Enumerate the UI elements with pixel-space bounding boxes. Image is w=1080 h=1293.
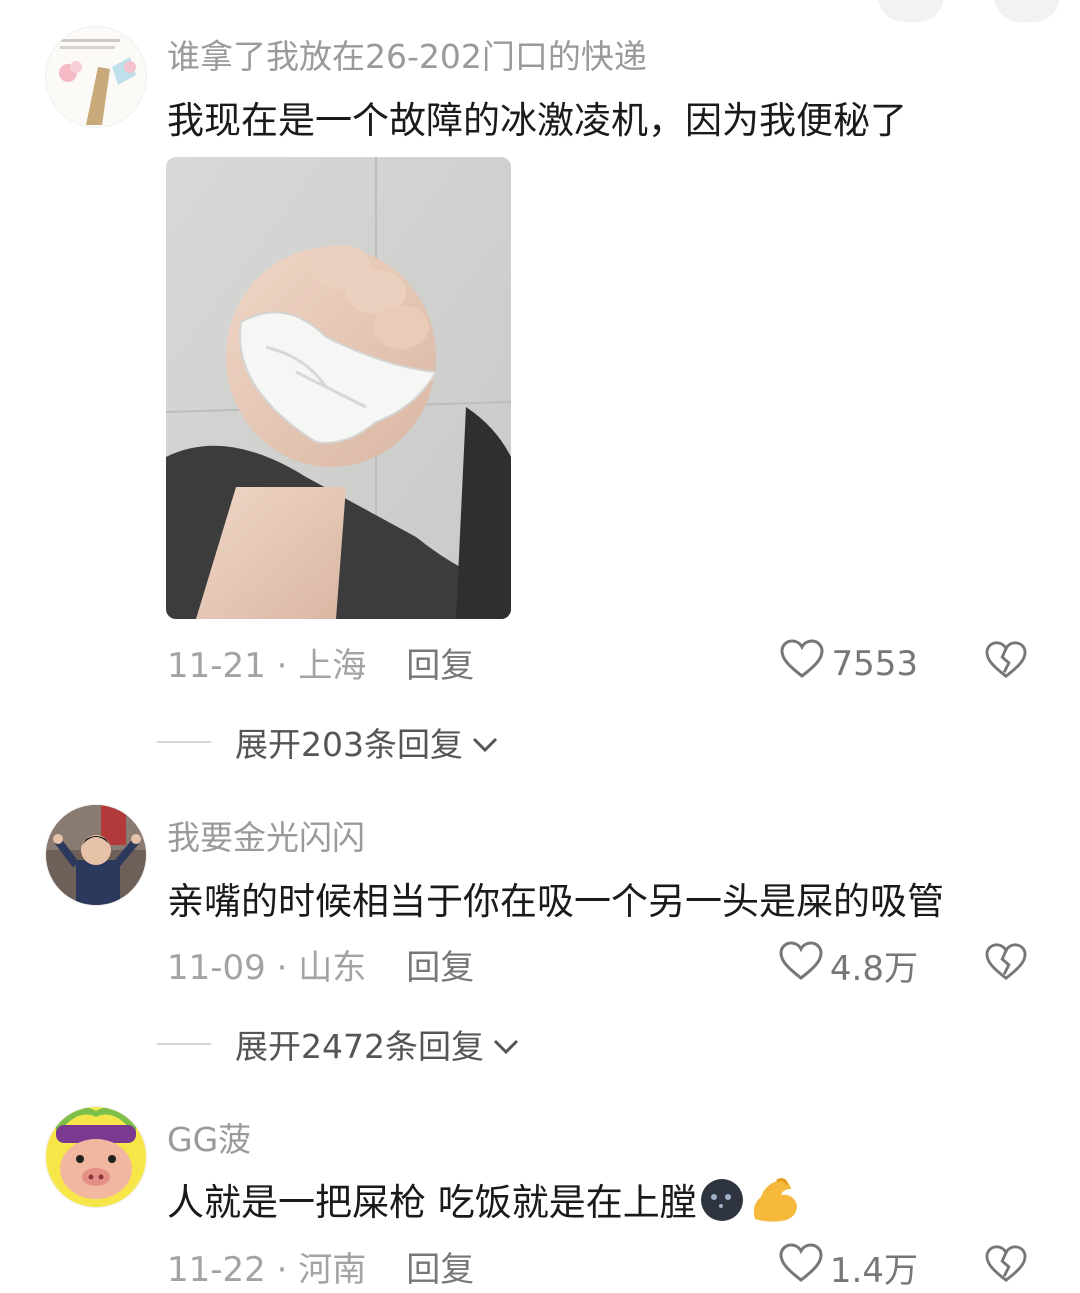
expand-replies-label: 展开2472条回复 — [235, 1027, 484, 1066]
like-button[interactable]: 7553 — [779, 638, 918, 689]
dislike-button[interactable] — [984, 1244, 1028, 1288]
expand-replies[interactable]: 展开2472条回复 — [157, 1020, 520, 1068]
heart-outline-icon — [779, 638, 825, 689]
comment-text-content: 人就是一把屎枪 吃饭就是在上膛 — [167, 1181, 697, 1224]
avatar[interactable] — [45, 804, 147, 906]
like-count: 1.4万 — [829, 1251, 918, 1291]
avatar[interactable] — [45, 1106, 147, 1208]
like-button[interactable]: 1.4万 — [778, 1242, 918, 1293]
comment-text: 人就是一把屎枪 吃饭就是在上膛 — [167, 1172, 801, 1234]
black-moon-face-emoji — [697, 1178, 747, 1231]
comment-image[interactable] — [166, 157, 511, 619]
date-location: 11-21 · 上海 — [167, 646, 367, 686]
comment-username[interactable]: GG菠 — [167, 1113, 251, 1161]
broken-heart-icon — [984, 943, 1028, 986]
comment-meta: 11-21 · 上海 回复 — [167, 638, 474, 687]
heart-outline-icon — [778, 940, 824, 991]
dislike-button[interactable] — [984, 942, 1028, 986]
date-location: 11-09 · 山东 — [167, 948, 367, 988]
comment-meta: 11-22 · 河南 回复 — [167, 1242, 474, 1291]
toolbar-button-1[interactable] — [878, 0, 944, 22]
reply-button[interactable]: 回复 — [406, 646, 474, 686]
expand-replies[interactable]: 展开203条回复 — [157, 718, 499, 766]
reply-button[interactable]: 回复 — [406, 948, 474, 988]
avatar[interactable] — [45, 26, 147, 128]
like-count: 4.8万 — [829, 949, 918, 989]
reply-button[interactable]: 回复 — [406, 1250, 474, 1290]
heart-outline-icon — [778, 1242, 824, 1293]
expand-replies-label: 展开203条回复 — [235, 725, 463, 764]
comment-text: 我现在是一个故障的冰激凌机，因为我便秘了 — [167, 99, 907, 142]
chevron-down-icon — [471, 723, 499, 762]
comment-username[interactable]: 我要金光闪闪 — [167, 811, 365, 859]
like-count: 7553 — [831, 643, 918, 684]
broken-heart-icon — [984, 641, 1028, 684]
date-location: 11-22 · 河南 — [167, 1250, 367, 1290]
top-toolbar — [878, 0, 1060, 22]
comment-username[interactable]: 谁拿了我放在26-202门口的快递 — [167, 30, 647, 78]
like-button[interactable]: 4.8万 — [778, 940, 918, 991]
flexed-biceps-emoji — [747, 1175, 801, 1234]
chevron-down-icon — [492, 1025, 520, 1064]
comment-text: 亲嘴的时候相当于你在吸一个另一头是屎的吸管 — [167, 880, 944, 923]
toolbar-button-2[interactable] — [994, 0, 1060, 22]
divider — [157, 1043, 211, 1045]
comment-meta: 11-09 · 山东 回复 — [167, 940, 474, 989]
dislike-button[interactable] — [984, 640, 1028, 684]
divider — [157, 741, 211, 743]
